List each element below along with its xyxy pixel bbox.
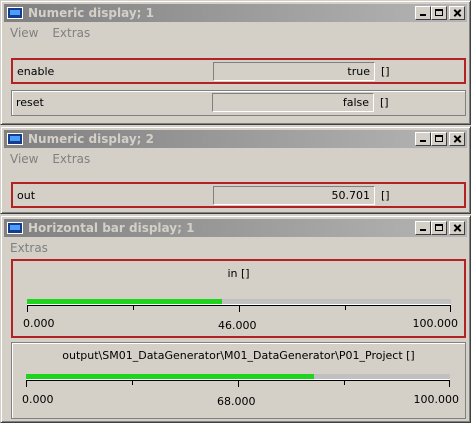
minimize-icon[interactable]: [415, 6, 431, 20]
row-out[interactable]: out 50.701 []: [11, 182, 466, 208]
window-titlebar[interactable]: Numeric display; 1: [4, 4, 467, 22]
axis-max-label: 100.000: [412, 317, 459, 330]
bar-fill: [27, 299, 223, 304]
maximize-icon[interactable]: [431, 6, 447, 20]
row-label: enable: [17, 65, 55, 78]
axis-max-label: 100.000: [413, 393, 460, 406]
horizontal-bar-display-window: Horizontal bar display; 1 Extras in [] 0…: [0, 215, 471, 423]
window-controls: [415, 132, 465, 146]
menubar: Extras: [4, 239, 467, 257]
close-icon[interactable]: [449, 221, 465, 235]
window-titlebar[interactable]: Numeric display; 2: [4, 130, 467, 148]
value-field[interactable]: false: [212, 93, 374, 112]
bar-display-app-icon: [7, 222, 23, 234]
display-app-icon: [7, 133, 23, 145]
bar-caption: output\SM01_DataGenerator\M01_DataGenera…: [62, 349, 415, 362]
axis-tick: [239, 305, 240, 312]
axis-tick: [133, 305, 134, 310]
value-field[interactable]: true: [213, 62, 375, 81]
bar-panel-in[interactable]: in [] 0.000 46.000 100.000: [11, 259, 466, 338]
axis-mid-label: 46.000: [218, 319, 257, 332]
window-controls: [415, 6, 465, 20]
menubar: View Extras: [4, 24, 467, 42]
row-label: out: [17, 189, 36, 202]
axis-mid-label: 68.000: [217, 395, 256, 408]
maximize-icon[interactable]: [431, 132, 447, 146]
minimize-icon[interactable]: [415, 221, 431, 235]
axis-tick: [26, 380, 27, 387]
axis-tick: [345, 305, 346, 310]
window-controls: [415, 221, 465, 235]
close-icon[interactable]: [449, 6, 465, 20]
maximize-icon[interactable]: [431, 221, 447, 235]
unit-label: []: [380, 96, 389, 109]
menu-extras[interactable]: Extras: [10, 241, 48, 255]
menu-extras[interactable]: Extras: [52, 152, 90, 166]
value-field[interactable]: 50.701: [213, 186, 375, 205]
axis-tick: [450, 305, 451, 312]
unit-label: []: [381, 65, 390, 78]
bar-panel-output[interactable]: output\SM01_DataGenerator\M01_DataGenera…: [11, 342, 466, 419]
row-label: reset: [16, 96, 44, 109]
axis-tick: [344, 380, 345, 385]
bar-fill: [26, 374, 315, 379]
row-enable[interactable]: enable true []: [11, 58, 466, 84]
row-reset[interactable]: reset false []: [11, 90, 466, 116]
unit-label: []: [381, 189, 390, 202]
axis-tick: [27, 305, 28, 312]
axis-tick: [238, 380, 239, 387]
axis-tick: [132, 380, 133, 385]
menu-view[interactable]: View: [10, 152, 38, 166]
axis-tick: [449, 380, 450, 387]
bar-caption: in []: [227, 267, 250, 280]
display-app-icon: [7, 7, 23, 19]
bar-axis: [26, 380, 450, 387]
window-title: Numeric display; 2: [28, 132, 154, 146]
axis-min-label: 0.000: [23, 317, 55, 330]
numeric-display-2-window: Numeric display; 2 View Extras out 50.70…: [0, 126, 471, 214]
close-icon[interactable]: [449, 132, 465, 146]
menu-view[interactable]: View: [10, 26, 38, 40]
axis-min-label: 0.000: [22, 393, 54, 406]
window-title: Numeric display; 1: [28, 6, 154, 20]
menubar: View Extras: [4, 150, 467, 168]
bar-axis: [27, 305, 451, 312]
numeric-display-1-window: Numeric display; 1 View Extras enable tr…: [0, 0, 471, 125]
window-title: Horizontal bar display; 1: [28, 221, 195, 235]
minimize-icon[interactable]: [415, 132, 431, 146]
window-titlebar[interactable]: Horizontal bar display; 1: [4, 219, 467, 237]
menu-extras[interactable]: Extras: [52, 26, 90, 40]
